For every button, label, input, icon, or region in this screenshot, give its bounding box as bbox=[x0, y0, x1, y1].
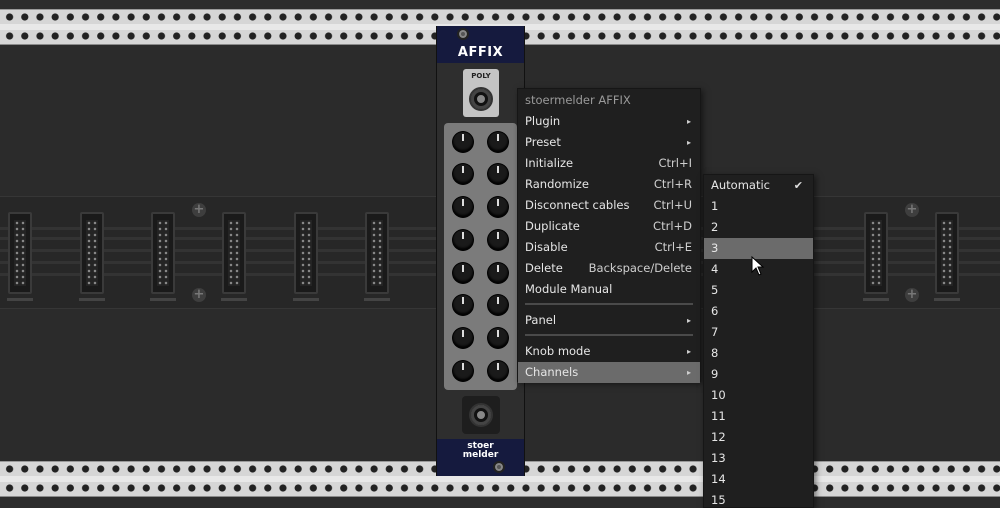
menu-separator bbox=[525, 334, 693, 336]
bus-connector bbox=[151, 212, 175, 294]
menu-header: stoermelder AFFIX bbox=[525, 93, 631, 107]
add-icon[interactable]: + bbox=[905, 288, 919, 302]
channel-option[interactable]: 7 bbox=[704, 322, 813, 343]
bus-connector bbox=[935, 212, 959, 294]
menu-item-disable[interactable]: Disable Ctrl+E bbox=[518, 237, 700, 258]
channel-option-automatic[interactable]: Automatic ✔ bbox=[704, 175, 813, 196]
shortcut-label: Ctrl+D bbox=[653, 219, 692, 233]
menu-item-knob-mode[interactable]: Knob mode ▸ bbox=[518, 341, 700, 362]
offset-knob[interactable] bbox=[453, 132, 473, 152]
offset-knob[interactable] bbox=[453, 295, 473, 315]
menu-separator bbox=[525, 303, 693, 305]
poly-input-jack[interactable] bbox=[469, 87, 493, 111]
channel-option[interactable]: 1 bbox=[704, 196, 813, 217]
submenu-arrow-icon: ▸ bbox=[686, 117, 691, 126]
offset-knob[interactable] bbox=[488, 197, 508, 217]
submenu-arrow-icon: ▸ bbox=[686, 347, 691, 356]
offset-knob[interactable] bbox=[488, 295, 508, 315]
offset-knob[interactable] bbox=[488, 132, 508, 152]
shortcut-label: Backspace/Delete bbox=[588, 261, 692, 275]
menu-item-disconnect-cables[interactable]: Disconnect cables Ctrl+U bbox=[518, 195, 700, 216]
bus-connector bbox=[294, 212, 318, 294]
channel-option[interactable]: 2 bbox=[704, 217, 813, 238]
poly-output-box bbox=[462, 396, 500, 434]
channel-option[interactable]: 13 bbox=[704, 448, 813, 469]
channel-option[interactable]: 12 bbox=[704, 427, 813, 448]
menu-item-delete[interactable]: Delete Backspace/Delete bbox=[518, 258, 700, 279]
poly-input-box: POLY bbox=[463, 69, 499, 117]
module-title: AFFIX bbox=[457, 45, 504, 60]
offset-knob[interactable] bbox=[488, 263, 508, 283]
bus-connector bbox=[8, 212, 32, 294]
channel-option[interactable]: 5 bbox=[704, 280, 813, 301]
offset-knob[interactable] bbox=[488, 164, 508, 184]
poly-input-label: POLY bbox=[471, 72, 491, 80]
screw-icon bbox=[457, 28, 469, 40]
channel-option[interactable]: 8 bbox=[704, 343, 813, 364]
menu-item-randomize[interactable]: Randomize Ctrl+R bbox=[518, 174, 700, 195]
bus-connector bbox=[365, 212, 389, 294]
menu-item-plugin[interactable]: Plugin ▸ bbox=[518, 111, 700, 132]
poly-output-jack[interactable] bbox=[469, 403, 493, 427]
submenu-arrow-icon: ▸ bbox=[686, 138, 691, 147]
shortcut-label: Ctrl+R bbox=[653, 177, 692, 191]
offset-knob[interactable] bbox=[488, 328, 508, 348]
shortcut-label: Ctrl+E bbox=[654, 240, 692, 254]
channels-submenu: Automatic ✔ 1 2 3 4 5 6 7 8 9 10 11 12 13… bbox=[703, 174, 814, 508]
offset-knob[interactable] bbox=[488, 230, 508, 250]
channel-option[interactable]: 9 bbox=[704, 364, 813, 385]
checkmark-icon: ✔ bbox=[793, 179, 803, 192]
module-context-menu: stoermelder AFFIX Plugin ▸ Preset ▸ Initia… bbox=[517, 88, 701, 383]
brand-logo: stoer melder bbox=[462, 441, 499, 460]
menu-item-panel[interactable]: Panel ▸ bbox=[518, 310, 700, 331]
add-icon[interactable]: + bbox=[192, 203, 206, 217]
offset-knob[interactable] bbox=[453, 328, 473, 348]
knob-panel bbox=[444, 123, 517, 390]
channel-option[interactable]: 11 bbox=[704, 406, 813, 427]
mouse-cursor-icon bbox=[751, 256, 765, 276]
add-icon[interactable]: + bbox=[905, 203, 919, 217]
bus-connector bbox=[222, 212, 246, 294]
offset-knob[interactable] bbox=[453, 263, 473, 283]
module-header: AFFIX bbox=[437, 26, 524, 63]
submenu-arrow-icon: ▸ bbox=[686, 368, 691, 377]
menu-item-module-manual[interactable]: Module Manual bbox=[518, 279, 700, 300]
bus-connector bbox=[80, 212, 104, 294]
bus-connector bbox=[864, 212, 888, 294]
shortcut-label: Ctrl+I bbox=[658, 156, 693, 170]
screw-icon bbox=[493, 461, 505, 473]
offset-knob[interactable] bbox=[453, 230, 473, 250]
affix-module[interactable]: AFFIX POLY stoer melder bbox=[436, 26, 525, 476]
offset-knob[interactable] bbox=[453, 361, 473, 381]
channel-option[interactable]: 10 bbox=[704, 385, 813, 406]
add-icon[interactable]: + bbox=[192, 288, 206, 302]
menu-item-preset[interactable]: Preset ▸ bbox=[518, 132, 700, 153]
menu-item-channels[interactable]: Channels ▸ bbox=[518, 362, 700, 383]
offset-knob[interactable] bbox=[453, 164, 473, 184]
submenu-arrow-icon: ▸ bbox=[686, 316, 691, 325]
channel-option[interactable]: 6 bbox=[704, 301, 813, 322]
module-footer: stoer melder bbox=[437, 439, 524, 476]
menu-item-initialize[interactable]: Initialize Ctrl+I bbox=[518, 153, 700, 174]
menu-item-duplicate[interactable]: Duplicate Ctrl+D bbox=[518, 216, 700, 237]
shortcut-label: Ctrl+U bbox=[653, 198, 692, 212]
offset-knob[interactable] bbox=[453, 197, 473, 217]
channel-option[interactable]: 15 bbox=[704, 490, 813, 508]
channel-option[interactable]: 14 bbox=[704, 469, 813, 490]
offset-knob[interactable] bbox=[488, 361, 508, 381]
